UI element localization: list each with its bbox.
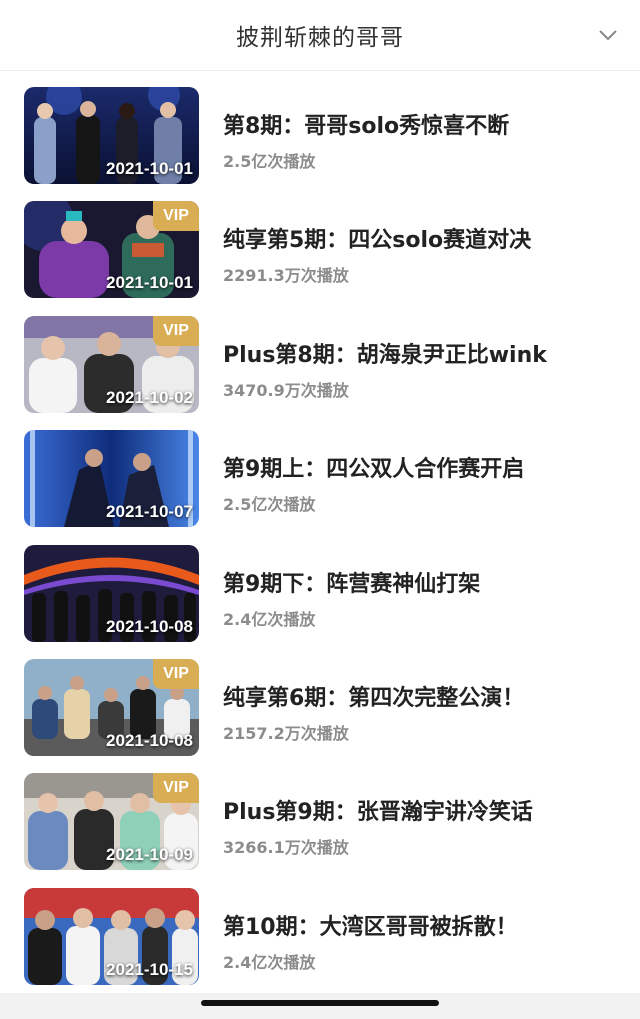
date-label: 2021-10-01 [106, 273, 193, 293]
episode-thumbnail[interactable]: 2021-10-15 [24, 887, 199, 985]
episode-thumbnail[interactable]: 2021-10-07 [24, 430, 199, 528]
episode-item[interactable]: VIP 2021-10-02 Plus第8期：胡海泉尹正比wink 3470.9… [0, 300, 640, 414]
date-label: 2021-10-09 [106, 845, 193, 865]
episode-title[interactable]: 第9期上：四公双人合作赛开启 [223, 451, 524, 483]
view-count: 3470.9万次播放 [223, 380, 349, 400]
episode-item[interactable]: VIP 2021-10-01 纯享第5期：四公solo赛道对决 2291.3万次… [0, 185, 640, 299]
episode-thumbnail[interactable]: VIP 2021-10-02 [24, 315, 199, 413]
view-count: 2.4亿次播放 [223, 952, 316, 972]
episode-title[interactable]: 第8期：哥哥solo秀惊喜不断 [223, 108, 509, 140]
episode-title[interactable]: 纯享第5期：四公solo赛道对决 [223, 222, 531, 254]
chevron-down-icon[interactable] [596, 23, 620, 47]
date-label: 2021-10-08 [106, 730, 193, 750]
episode-item[interactable]: VIP 2021-10-08 纯享第6期：第四次完整公演！ 2157.2万次播放 [0, 643, 640, 757]
top-bar: 披荆斩棘的哥哥 [0, 0, 640, 71]
view-count: 2.5亿次播放 [223, 495, 316, 515]
episode-thumbnail[interactable]: 2021-10-08 [24, 544, 199, 642]
episode-title[interactable]: Plus第9期：张晋瀚宇讲冷笑话 [223, 794, 533, 826]
bottom-safe-area [0, 993, 640, 1019]
vip-badge: VIP [153, 201, 199, 232]
episode-title[interactable]: 第9期下：阵营赛神仙打架 [223, 566, 480, 598]
date-label: 2021-10-02 [106, 387, 193, 407]
view-count: 2291.3万次播放 [223, 266, 349, 286]
episode-item[interactable]: 2021-10-15 第10期：大湾区哥哥被拆散！ 2.4亿次播放 [0, 872, 640, 986]
date-label: 2021-10-01 [106, 159, 193, 178]
home-indicator[interactable] [201, 1000, 439, 1006]
date-label: 2021-10-07 [106, 502, 193, 522]
page-title: 披荆斩棘的哥哥 [236, 25, 404, 51]
vip-badge: VIP [153, 658, 199, 689]
episode-item[interactable]: 2021-10-07 第9期上：四公双人合作赛开启 2.5亿次播放 [0, 414, 640, 528]
view-count: 2157.2万次播放 [223, 723, 349, 743]
date-label: 2021-10-08 [106, 616, 193, 636]
episode-thumbnail[interactable]: VIP 2021-10-01 [24, 201, 199, 299]
episode-title[interactable]: 纯享第6期：第四次完整公演！ [223, 680, 524, 712]
view-count: 2.4亿次播放 [223, 609, 316, 629]
episode-title[interactable]: Plus第8期：胡海泉尹正比wink [223, 337, 547, 369]
episode-item[interactable]: 2021-10-01 第8期：哥哥solo秀惊喜不断 2.5亿次播放 [0, 71, 640, 185]
episode-item[interactable]: 2021-10-08 第9期下：阵营赛神仙打架 2.4亿次播放 [0, 529, 640, 643]
view-count: 3266.1万次播放 [223, 838, 349, 858]
date-label: 2021-10-15 [106, 959, 193, 979]
vip-badge: VIP [153, 315, 199, 346]
vip-badge: VIP [153, 773, 199, 804]
episode-list: 2021-10-01 第8期：哥哥solo秀惊喜不断 2.5亿次播放 VIP 2… [0, 71, 640, 986]
episode-thumbnail[interactable]: 2021-10-01 [24, 87, 199, 184]
episode-thumbnail[interactable]: VIP 2021-10-09 [24, 773, 199, 871]
episode-item[interactable]: VIP 2021-10-09 Plus第9期：张晋瀚宇讲冷笑话 3266.1万次… [0, 757, 640, 871]
episode-thumbnail[interactable]: VIP 2021-10-08 [24, 658, 199, 756]
episode-title[interactable]: 第10期：大湾区哥哥被拆散！ [223, 909, 518, 941]
view-count: 2.5亿次播放 [223, 152, 316, 171]
